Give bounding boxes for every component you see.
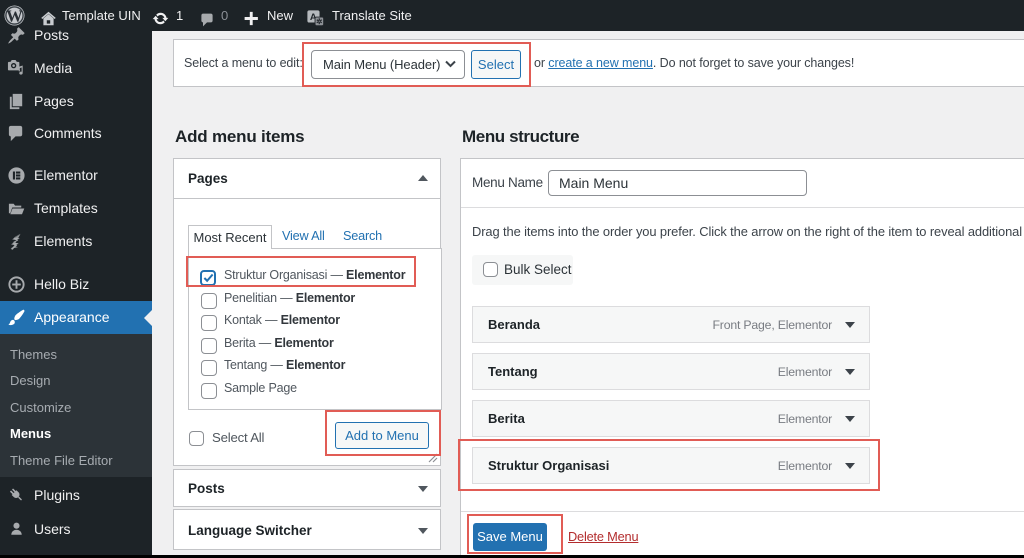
svg-text:✲: ✲ (316, 17, 323, 26)
